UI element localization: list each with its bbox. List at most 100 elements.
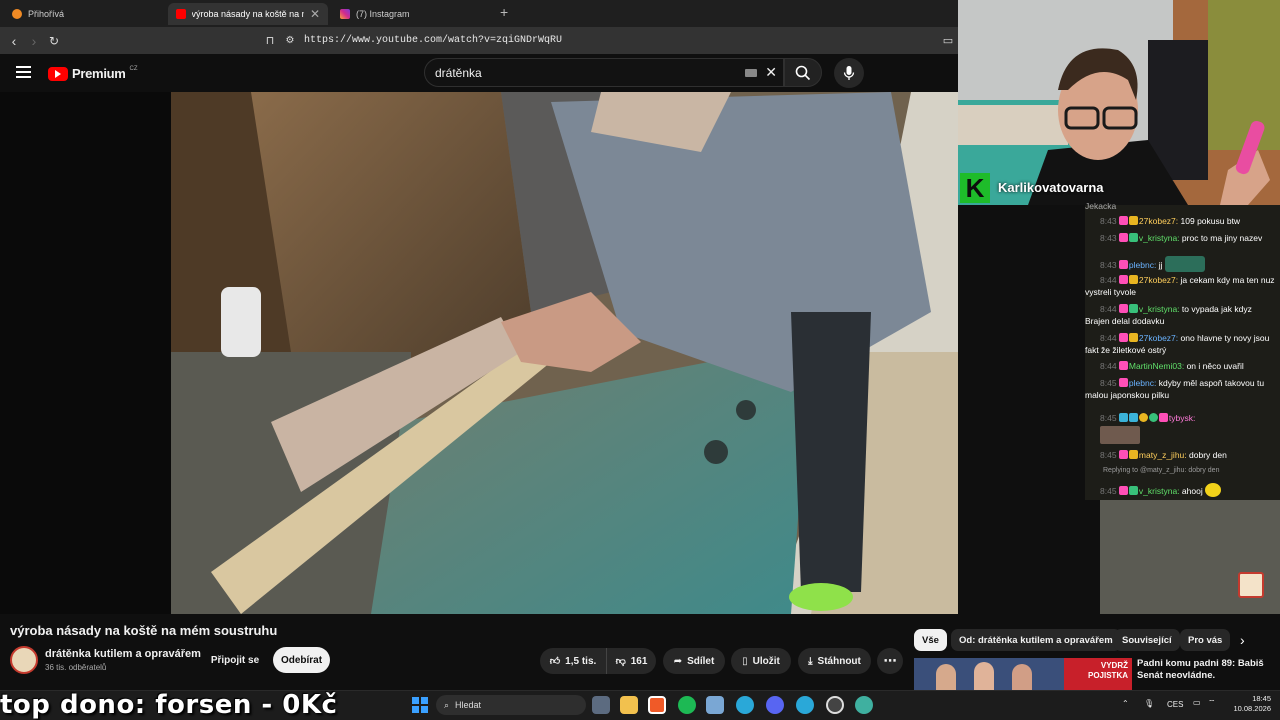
- youtube-icon: [176, 9, 186, 19]
- video-player[interactable]: [171, 92, 958, 614]
- top-donation-overlay: top dono: forsen - 0Kč: [0, 690, 338, 720]
- logo-text: Premium: [72, 66, 126, 81]
- sub-badge-icon: [1128, 486, 1138, 495]
- network-icon[interactable]: ⌔: [1208, 698, 1216, 708]
- clear-search-icon[interactable]: ✕: [765, 64, 777, 81]
- save-button[interactable]: ▯ Uložit: [731, 648, 791, 674]
- new-tab-button[interactable]: +: [500, 4, 508, 20]
- clock[interactable]: 18:45 10.08.2026: [1233, 694, 1271, 714]
- share-button[interactable]: ➦ Sdílet: [663, 648, 725, 674]
- reader-mode-icon[interactable]: ▭: [938, 31, 958, 51]
- streamer-webcam-image: [958, 0, 1280, 205]
- dislike-button[interactable]: 👎︎ 161: [606, 648, 656, 674]
- emote-icon: [1205, 483, 1222, 497]
- voice-search-button[interactable]: [834, 58, 864, 88]
- chip-related[interactable]: Související: [1114, 629, 1180, 651]
- badge-icon: [1118, 216, 1128, 225]
- like-button[interactable]: 👍︎ 1,5 tis.: [540, 648, 606, 674]
- search-button[interactable]: [784, 58, 822, 87]
- badge-icon: [1118, 378, 1128, 387]
- person-thumb: [1012, 664, 1032, 690]
- search-icon: [795, 65, 811, 80]
- badge-icon: [1158, 413, 1168, 422]
- youtube-logo[interactable]: Premium CZ: [48, 66, 138, 81]
- chip-all[interactable]: Vše: [914, 629, 947, 651]
- notepad-icon[interactable]: [706, 696, 724, 714]
- recommended-title[interactable]: Padni komu padni 89: Babiš Senát neovlád…: [1137, 658, 1277, 682]
- join-button[interactable]: Připojit se: [202, 647, 268, 673]
- chip-from-channel[interactable]: Od: drátěnka kutilem a opravářem: [951, 629, 1121, 651]
- monitor-icon[interactable]: ▭: [1193, 698, 1201, 707]
- microphone-icon: [843, 66, 855, 80]
- download-button[interactable]: ⤓ Stáhnout: [798, 648, 871, 674]
- badge-icon: [1118, 233, 1128, 242]
- badge-icon: [1118, 361, 1128, 370]
- tab-youtube-video[interactable]: výroba násady na koště na mém ✕: [168, 3, 328, 25]
- spotify-icon[interactable]: [678, 696, 696, 714]
- chat-message: 8:44 MartinNemi03: on i něco uvařil: [1100, 361, 1244, 371]
- channel-avatar[interactable]: [10, 646, 38, 674]
- brave-browser-icon[interactable]: [648, 696, 666, 714]
- tab-prihoriva[interactable]: Přihořívá: [4, 3, 164, 25]
- badge-icon: [1118, 486, 1128, 495]
- chip-for-you[interactable]: Pro vás: [1180, 629, 1231, 651]
- search-input[interactable]: drátěnka ✕: [424, 58, 784, 87]
- language-indicator[interactable]: CES: [1167, 700, 1183, 709]
- ccleaner-icon[interactable]: [736, 696, 754, 714]
- obs-icon[interactable]: [826, 696, 844, 714]
- discord-icon[interactable]: [766, 696, 784, 714]
- menu-icon[interactable]: [16, 66, 31, 78]
- sub-badge-icon: [1128, 450, 1138, 459]
- taskbar-search[interactable]: ⌕ Hledat: [436, 695, 586, 715]
- thumbnail-badge: VYDRŽ POJISTKA: [1064, 658, 1132, 690]
- badge-icon: [1118, 275, 1128, 284]
- badge-icon: [1138, 413, 1148, 422]
- channel-k-logo: K: [960, 173, 990, 203]
- chevron-right-icon[interactable]: ›: [1240, 632, 1245, 648]
- badge-icon: [1118, 304, 1128, 313]
- tab-label: výroba násady na koště na mém: [191, 9, 304, 19]
- video-frame: [171, 92, 958, 614]
- badge-icon: [1148, 413, 1158, 422]
- stream-chat: Jekacka 8:43 27kobez7: 109 pokusu btw 8:…: [1085, 200, 1275, 500]
- video-title: výroba násady na koště na mém soustruhu: [10, 623, 278, 638]
- sub-badge-icon: [1128, 304, 1138, 313]
- channel-name[interactable]: drátěnka kutilem a opravářem: [45, 648, 201, 660]
- badge-icon: [1118, 260, 1128, 269]
- chat-message: 8:45 maty_z_jihu: dobry den: [1100, 450, 1227, 460]
- reload-icon[interactable]: ↻: [44, 31, 64, 51]
- search-icon: ⌕: [444, 699, 450, 710]
- fire-icon: [12, 9, 22, 19]
- tab-label: (7) Instagram: [356, 9, 410, 19]
- url-field[interactable]: https://www.youtube.com/watch?v=zqiGNDrW…: [304, 35, 562, 46]
- badge-icon: [1118, 413, 1128, 422]
- file-explorer-icon[interactable]: [620, 696, 638, 714]
- bookmark-icon[interactable]: ⊓: [260, 31, 280, 51]
- back-icon[interactable]: ‹: [4, 31, 24, 51]
- globe-app-icon[interactable]: [855, 696, 873, 714]
- chat-message: 8:45 tybysk:: [1100, 412, 1280, 444]
- chat-message: 8:43 27kobez7: 109 pokusu btw: [1100, 216, 1241, 226]
- site-settings-icon[interactable]: ⚙: [280, 31, 300, 51]
- recommended-thumbnail[interactable]: VYDRŽ POJISTKA: [914, 658, 1132, 690]
- channel-watermark-icon: [1238, 572, 1264, 598]
- tab-label: Přihořívá: [28, 9, 65, 19]
- chevron-up-icon[interactable]: ⌃: [1122, 699, 1129, 708]
- microphone-tray-icon[interactable]: 🎙︎: [1144, 699, 1154, 708]
- more-actions-button[interactable]: ⋯: [877, 648, 903, 674]
- keyboard-icon[interactable]: [745, 68, 758, 77]
- dislike-icon: 👎︎: [615, 656, 626, 667]
- instagram-icon: [340, 9, 350, 19]
- task-view-icon[interactable]: [592, 696, 610, 714]
- sub-badge-icon: [1128, 216, 1138, 225]
- tab-instagram[interactable]: (7) Instagram: [332, 3, 492, 25]
- region-code: CZ: [129, 66, 138, 72]
- forward-icon[interactable]: ›: [24, 31, 44, 51]
- webcam-feed: [958, 0, 1280, 205]
- app-icon[interactable]: [796, 696, 814, 714]
- chat-message: 8:44 v_kristyna: to vypada jak kdyz Braj…: [1085, 304, 1252, 326]
- subscribe-button[interactable]: Odebírat: [273, 647, 330, 673]
- close-tab-icon[interactable]: ✕: [310, 7, 320, 21]
- start-icon[interactable]: [412, 697, 428, 713]
- subscriber-count: 36 tis. odběratelů: [45, 663, 107, 672]
